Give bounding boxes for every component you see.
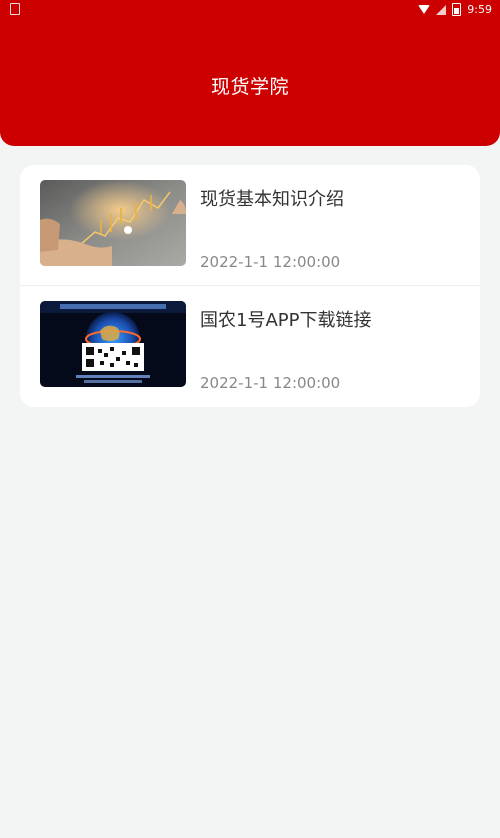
article-thumbnail — [40, 180, 186, 266]
article-date: 2022-1-1 12:00:00 — [200, 374, 341, 392]
wifi-icon — [418, 5, 431, 14]
article-title: 国农1号APP下载链接 — [200, 310, 372, 331]
status-bar: 9:59 — [0, 0, 500, 22]
status-time: 9:59 — [467, 3, 492, 16]
article-item[interactable]: 现货基本知识介绍 2022-1-1 12:00:00 — [20, 165, 480, 285]
article-date: 2022-1-1 12:00:00 — [200, 253, 341, 271]
article-thumbnail — [40, 301, 186, 387]
app-header: 9:59 现货学院 — [0, 0, 500, 146]
article-title: 现货基本知识介绍 — [200, 189, 344, 210]
sim-icon — [10, 3, 20, 15]
article-list: 现货基本知识介绍 2022-1-1 12:00:00 国农1号APP下载链接 2… — [20, 165, 480, 407]
page-title: 现货学院 — [210, 76, 289, 98]
sim-indicator — [10, 3, 20, 18]
battery-icon — [452, 3, 462, 16]
article-item[interactable]: 国农1号APP下载链接 2022-1-1 12:00:00 — [20, 286, 480, 406]
signal-icon — [436, 4, 447, 15]
status-icons: 9:59 — [418, 3, 492, 16]
